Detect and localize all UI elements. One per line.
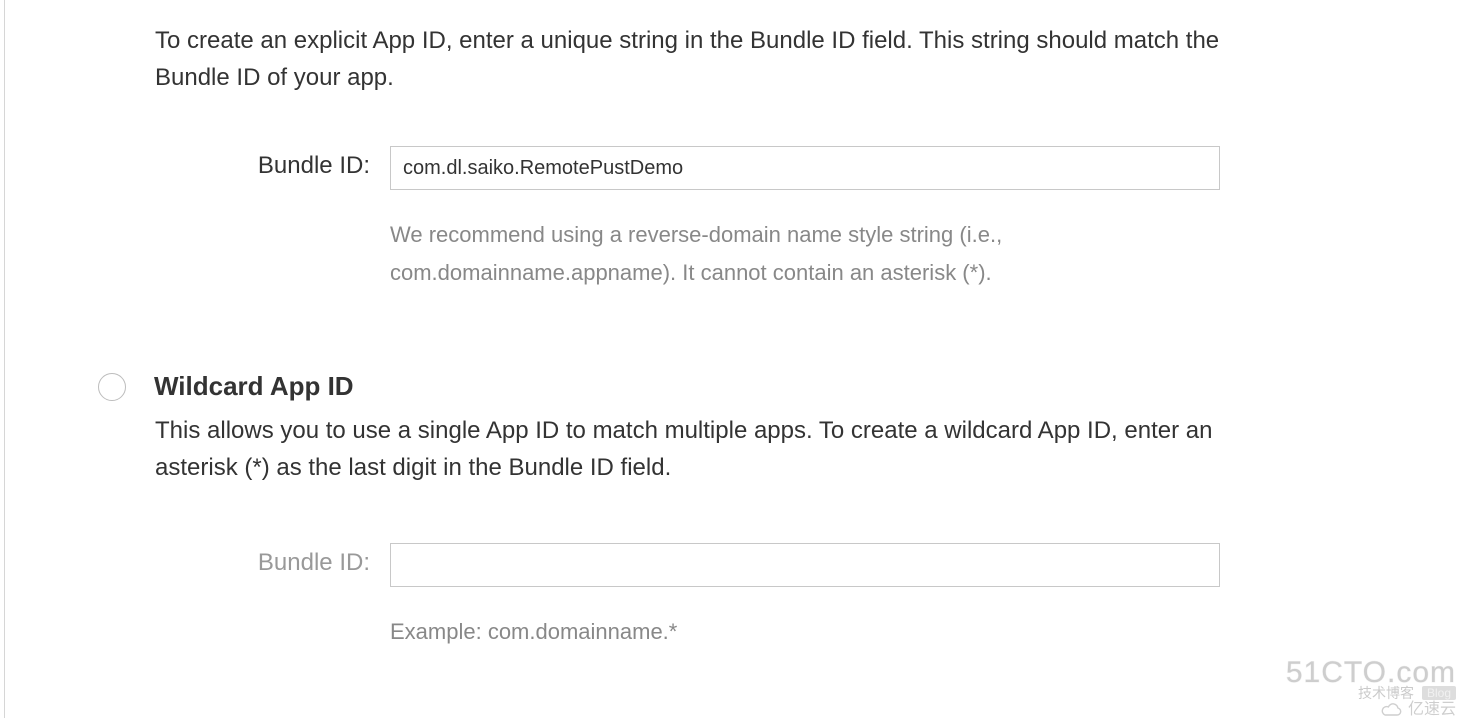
watermark-51cto: 51CTO.com (1286, 658, 1456, 688)
explicit-app-id-description: To create an explicit App ID, enter a un… (155, 22, 1275, 96)
wildcard-bundle-id-hint: Example: com.domainname.* (390, 613, 1220, 650)
wildcard-app-id-description: This allows you to use a single App ID t… (155, 412, 1275, 486)
wildcard-app-id-radio[interactable] (98, 373, 126, 401)
explicit-bundle-id-label: Bundle ID: (155, 146, 390, 180)
watermark-51cto-sub-left: 技术博客 (1358, 686, 1414, 700)
explicit-bundle-id-hint: We recommend using a reverse-domain name… (390, 216, 1220, 291)
watermark-yisu-text: 亿速云 (1408, 702, 1456, 718)
watermark-block: 51CTO.com 技术博客 Blog 亿速云 (1286, 658, 1456, 718)
wildcard-option-header: Wildcard App ID (98, 371, 1466, 402)
app-id-form-content: To create an explicit App ID, enter a un… (0, 0, 1466, 650)
wildcard-bundle-id-input (390, 543, 1220, 587)
wildcard-app-id-option: Wildcard App ID This allows you to use a… (0, 371, 1466, 650)
wildcard-app-id-title: Wildcard App ID (154, 371, 354, 402)
explicit-bundle-id-input[interactable] (390, 146, 1220, 190)
cloud-icon (1381, 702, 1403, 718)
explicit-bundle-id-field-wrap: We recommend using a reverse-domain name… (390, 146, 1220, 291)
watermark-yisu: 亿速云 (1286, 702, 1456, 718)
wildcard-bundle-id-field-wrap: Example: com.domainname.* (390, 543, 1220, 650)
wildcard-bundle-id-row: Bundle ID: Example: com.domainname.* (155, 543, 1466, 650)
wildcard-bundle-id-label: Bundle ID: (155, 543, 390, 577)
explicit-bundle-id-row: Bundle ID: We recommend using a reverse-… (155, 146, 1466, 291)
watermark-51cto-sub-right: Blog (1422, 686, 1456, 700)
